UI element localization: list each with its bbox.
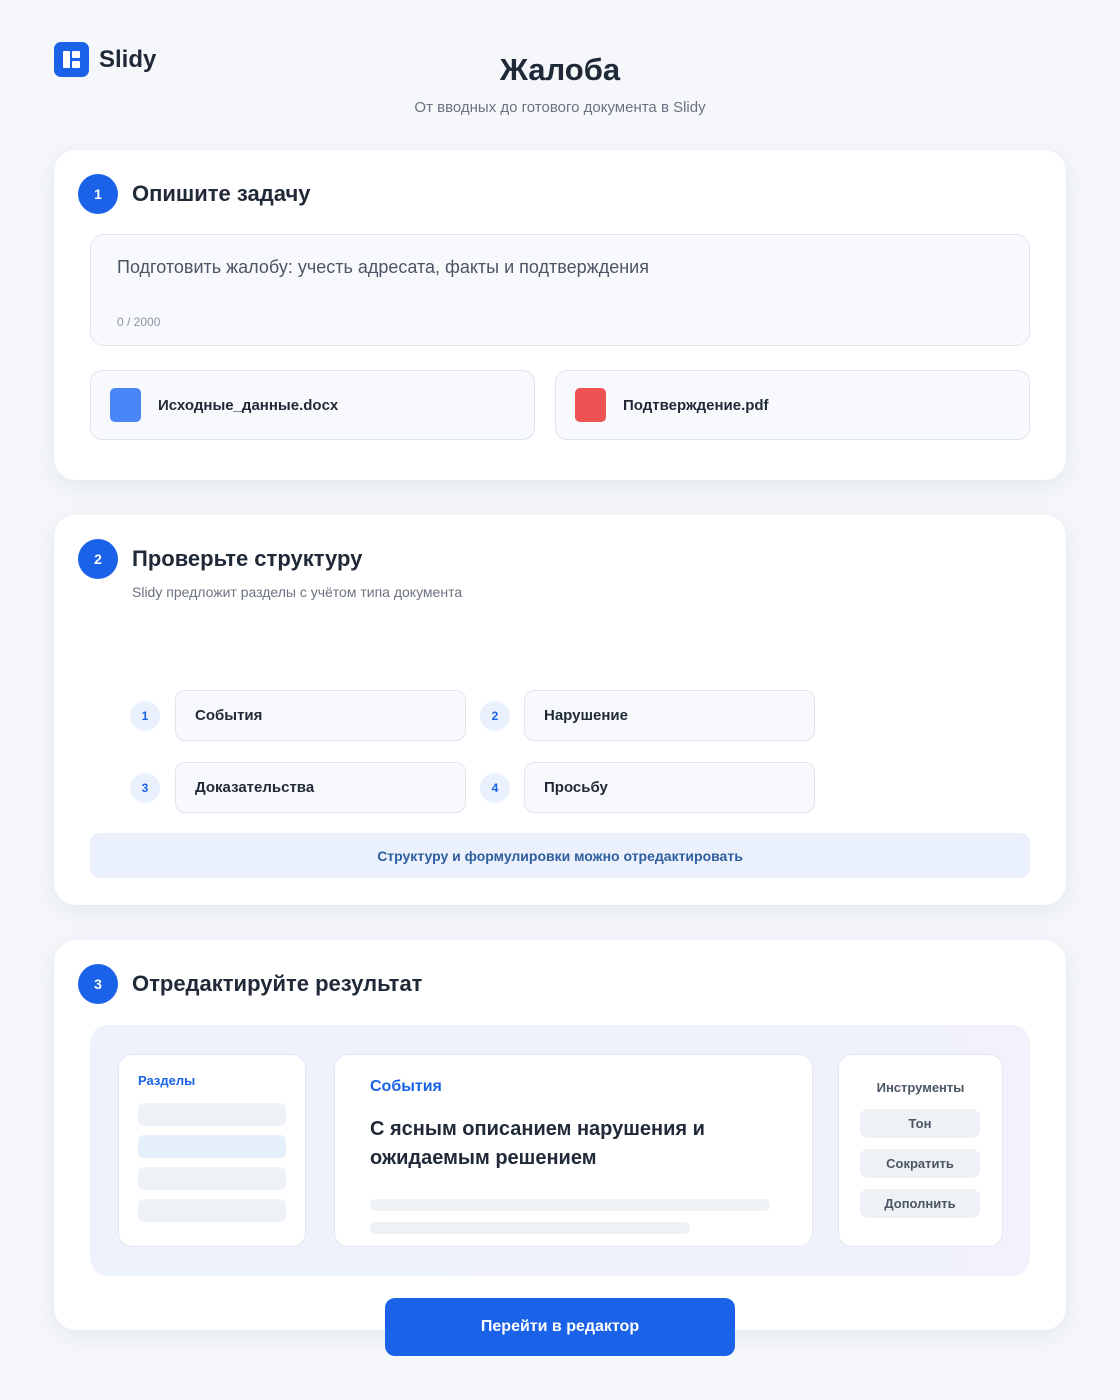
sections-panel: Разделы	[118, 1054, 306, 1247]
step-description: Slidy предложит разделы с учётом типа до…	[132, 584, 463, 600]
step-describe-task-card: 1 Опишите задачу Подготовить жалобу: уче…	[54, 150, 1066, 480]
section-placeholder[interactable]	[138, 1199, 286, 1222]
step-check-structure-card: 2 Проверьте структуру Slidy предложит ра…	[54, 515, 1066, 905]
step-number-badge: 3	[78, 964, 118, 1004]
content-section-label: События	[370, 1078, 442, 1095]
step-edit-result-card: 3 Отредактируйте результат Разделы Событ…	[54, 940, 1066, 1330]
attached-file-docx[interactable]: Исходные_данные.docx	[90, 370, 535, 440]
step-title: Отредактируйте результат	[132, 971, 423, 996]
task-description-input[interactable]: Подготовить жалобу: учесть адресата, фак…	[90, 234, 1030, 346]
text-line-placeholder	[370, 1199, 770, 1211]
section-number-badge: 2	[480, 701, 510, 731]
pdf-file-icon	[575, 388, 606, 422]
page-title: Жалоба	[499, 52, 621, 87]
attached-file-pdf[interactable]: Подтверждение.pdf	[555, 370, 1030, 440]
structure-section-item[interactable]: Нарушение	[524, 690, 815, 741]
structure-section-item[interactable]: Просьбу	[524, 762, 815, 813]
tools-panel: Инструменты Тон Сократить Дополнить	[838, 1054, 1003, 1247]
file-name: Подтверждение.pdf	[623, 396, 769, 414]
sections-panel-label: Разделы	[138, 1073, 196, 1088]
tools-panel-label: Инструменты	[876, 1080, 965, 1095]
character-counter: 0 / 2000	[117, 315, 161, 329]
step-title: Опишите задачу	[132, 181, 311, 206]
section-placeholder[interactable]	[138, 1167, 286, 1190]
go-to-editor-button[interactable]: Перейти в редактор	[385, 1298, 735, 1356]
tool-shorten-button[interactable]: Сократить	[860, 1149, 980, 1178]
content-heading: С ясным описанием нарушения и ожидаемым …	[370, 1118, 705, 1169]
task-description-text: Подготовить жалобу: учесть адресата, фак…	[117, 257, 649, 277]
content-panel: События С ясным описанием нарушения и ож…	[334, 1054, 813, 1247]
docx-file-icon	[110, 388, 141, 422]
step-header: 3 Отредактируйте результат	[78, 964, 422, 1004]
structure-section-item[interactable]: События	[175, 690, 466, 741]
tool-expand-button[interactable]: Дополнить	[860, 1189, 980, 1218]
section-number-badge: 3	[130, 773, 160, 803]
step-header: 2 Проверьте структуру	[78, 539, 362, 579]
file-name: Исходные_данные.docx	[158, 396, 339, 414]
structure-section-item[interactable]: Доказательства	[175, 762, 466, 813]
section-number-badge: 1	[130, 701, 160, 731]
tool-tone-button[interactable]: Тон	[860, 1109, 980, 1138]
step-title: Проверьте структуру	[132, 546, 363, 571]
section-placeholder[interactable]	[138, 1103, 286, 1126]
editor-preview: Разделы События С ясным описанием наруше…	[90, 1025, 1030, 1276]
page-subtitle: От вводных до готового документа в Slidy	[414, 99, 706, 116]
section-placeholder-active[interactable]	[138, 1135, 286, 1158]
text-line-placeholder	[370, 1222, 690, 1234]
step-header: 1 Опишите задачу	[78, 174, 310, 214]
editable-structure-note: Структуру и формулировки можно отредакти…	[90, 833, 1030, 878]
step-number-badge: 2	[78, 539, 118, 579]
section-number-badge: 4	[480, 773, 510, 803]
step-number-badge: 1	[78, 174, 118, 214]
